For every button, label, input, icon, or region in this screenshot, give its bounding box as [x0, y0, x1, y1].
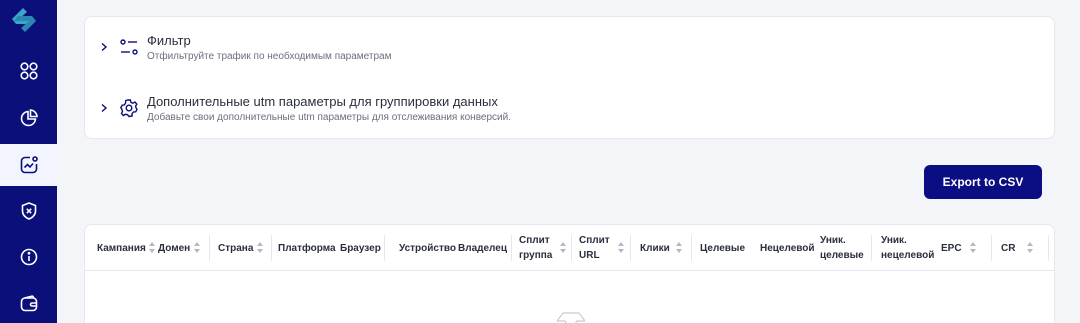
column-divider: [871, 235, 872, 261]
column-divider: [271, 235, 272, 261]
column-header-country[interactable]: Страна: [218, 225, 264, 271]
empty-state-icon: [556, 312, 586, 323]
column-divider: [571, 235, 572, 261]
info-icon: [20, 248, 37, 266]
table-header: Кампания Домен Страна Платформа Браузер …: [85, 225, 1054, 271]
gear-icon: [119, 99, 138, 118]
sidebar-item-security[interactable]: [0, 190, 57, 232]
sidebar-item-analytics[interactable]: [0, 144, 57, 186]
sidebar-item-statistics[interactable]: [0, 97, 57, 139]
sort-icon[interactable]: [560, 242, 567, 254]
sidebar-item-info[interactable]: [0, 236, 57, 278]
chevron-right-icon[interactable]: [99, 42, 109, 52]
trend-chart-icon: [20, 156, 38, 174]
column-header-unique-targeted[interactable]: Уник. целевые: [820, 225, 864, 271]
utm-params-row[interactable]: Дополнительные utm параметры для группир…: [85, 94, 1054, 134]
column-header-device[interactable]: Устройство: [399, 225, 456, 271]
grid-icon: [19, 62, 38, 80]
sort-icon[interactable]: [675, 242, 683, 254]
sort-icon[interactable]: [194, 242, 201, 254]
column-header-cr[interactable]: CR: [1001, 225, 1034, 271]
filter-subtitle: Отфильтруйте трафик по необходимым парам…: [147, 51, 392, 62]
sidebar: [0, 0, 57, 323]
column-header-clicks[interactable]: Клики: [640, 225, 683, 271]
sidebar-item-dashboard[interactable]: [0, 50, 57, 92]
sliders-icon: [120, 39, 138, 55]
column-header-split-url[interactable]: Сплит URL: [579, 225, 625, 271]
export-csv-button[interactable]: Export to CSV: [924, 165, 1042, 199]
column-header-unique-untargeted[interactable]: Уник. нецелевой: [881, 225, 934, 271]
column-divider: [630, 235, 631, 261]
column-header-targeted[interactable]: Целевые: [700, 225, 745, 271]
column-header-untargeted[interactable]: Нецелевой: [760, 225, 815, 271]
shield-x-icon: [21, 202, 36, 220]
sort-icon[interactable]: [1027, 242, 1034, 254]
column-divider: [991, 235, 992, 261]
column-header-platform[interactable]: Платформа: [278, 225, 336, 271]
column-divider: [384, 235, 385, 261]
column-divider: [209, 235, 210, 261]
chevron-right-icon[interactable]: [99, 103, 109, 113]
column-header-domain[interactable]: Домен: [158, 225, 201, 271]
column-header-campaign[interactable]: Кампания: [97, 225, 156, 271]
column-header-browser[interactable]: Браузер: [340, 225, 381, 271]
column-divider: [1048, 235, 1049, 261]
filter-row[interactable]: Фильтр Отфильтруйте трафик по необходимы…: [85, 33, 1054, 73]
column-header-split-group[interactable]: Сплит группа: [519, 225, 567, 271]
column-divider: [511, 235, 512, 261]
sort-icon[interactable]: [257, 242, 264, 254]
filter-title: Фильтр: [147, 33, 191, 48]
column-header-owner[interactable]: Владелец: [458, 225, 507, 271]
sort-icon[interactable]: [148, 242, 156, 254]
filter-panel: Фильтр Отфильтруйте трафик по необходимы…: [84, 16, 1055, 139]
column-divider: [691, 235, 692, 261]
column-header-epc[interactable]: EPC: [941, 225, 977, 271]
pie-chart-icon: [20, 109, 38, 127]
utm-params-subtitle: Добавьте свои дополнительные utm парамет…: [147, 112, 511, 123]
sort-icon[interactable]: [617, 242, 625, 254]
wallet-icon: [20, 295, 37, 312]
stats-table: Кампания Домен Страна Платформа Браузер …: [84, 224, 1055, 323]
sidebar-item-wallet[interactable]: [0, 283, 57, 323]
utm-params-title: Дополнительные utm параметры для группир…: [147, 94, 498, 109]
logo-arrows-icon[interactable]: [6, 2, 42, 38]
sort-icon[interactable]: [969, 242, 977, 254]
